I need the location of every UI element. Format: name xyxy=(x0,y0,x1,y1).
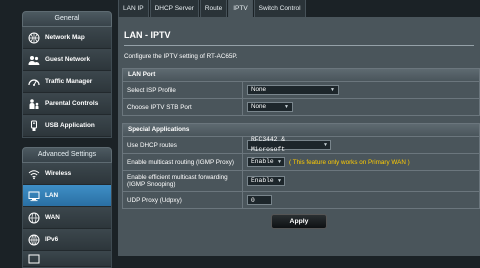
title-divider xyxy=(124,45,474,46)
tab-bar: LAN IP DHCP Server Route IPTV Switch Con… xyxy=(118,0,307,18)
igmp-snooping-select[interactable]: Enable ▼ xyxy=(247,176,285,186)
page-description: Configure the IPTV setting of RT-AC65P. xyxy=(124,53,238,60)
tab-route[interactable]: Route xyxy=(199,0,228,18)
special-applications-table: Special Applications Use DHCP routes RFC… xyxy=(122,123,480,209)
tab-iptv[interactable]: IPTV xyxy=(228,0,253,18)
sidebar-item-label: Network Map xyxy=(45,34,85,41)
sidebar-item-guest-network[interactable]: Guest Network xyxy=(23,49,111,71)
sidebar-item-label: Traffic Manager xyxy=(45,78,93,85)
network-map-icon xyxy=(27,31,41,45)
general-menu: Network Map Guest Network Traffic Manage… xyxy=(22,27,112,138)
table-row: UDP Proxy (Udpxy) 0 xyxy=(123,192,479,208)
table-row: Enable efficient multicast forwarding (I… xyxy=(123,171,479,192)
chevron-down-icon: ▼ xyxy=(277,178,281,184)
sidebar: General Network Map Guest Network Traffi… xyxy=(22,0,112,268)
usb-application-icon xyxy=(27,119,41,133)
dhcp-routes-select[interactable]: RFC3442 & Microsoft ▼ xyxy=(247,136,331,153)
firewall-icon xyxy=(27,252,41,266)
parental-controls-icon xyxy=(27,97,41,111)
guest-network-icon xyxy=(27,53,41,67)
sidebar-item-label: IPv6 xyxy=(45,236,59,243)
sidebar-item-traffic-manager[interactable]: Traffic Manager xyxy=(23,71,111,93)
primary-wan-note: ( This feature only works on Primary WAN… xyxy=(289,158,410,166)
sidebar-item-label: WAN xyxy=(45,214,60,221)
dhcp-routes-value: RFC3442 & Microsoft xyxy=(251,136,286,153)
sidebar-item-label: Guest Network xyxy=(45,56,91,63)
table-row: Enable multicast routing (IGMP Proxy) En… xyxy=(123,154,479,171)
sidebar-item-ipv6[interactable]: IPv6 xyxy=(23,229,111,251)
sidebar-item-parental-controls[interactable]: Parental Controls xyxy=(23,93,111,115)
sidebar-item-label: USB Application xyxy=(45,122,95,129)
sidebar-item-label: LAN xyxy=(45,192,59,199)
stb-port-label: Choose IPTV STB Port xyxy=(123,99,243,115)
udpxy-label: UDP Proxy (Udpxy) xyxy=(123,192,243,208)
stb-port-value: None xyxy=(251,103,267,110)
chevron-down-icon: ▼ xyxy=(284,104,289,110)
lan-port-header: LAN Port xyxy=(123,69,479,82)
general-header: General xyxy=(22,11,112,27)
isp-profile-select[interactable]: None ▼ xyxy=(247,85,339,95)
lan-icon xyxy=(27,189,41,203)
sidebar-item-network-map[interactable]: Network Map xyxy=(23,27,111,49)
tab-switch-control[interactable]: Switch Control xyxy=(253,0,306,18)
table-row: Use DHCP routes RFC3442 & Microsoft ▼ xyxy=(123,136,479,154)
sidebar-item-wan[interactable]: WAN xyxy=(23,207,111,229)
igmp-snooping-value: Enable xyxy=(251,177,274,184)
sidebar-item-usb-application[interactable]: USB Application xyxy=(23,115,111,137)
wireless-icon xyxy=(27,167,41,181)
lan-port-table: LAN Port Select ISP Profile None ▼ Choose… xyxy=(122,68,480,116)
chevron-down-icon: ▼ xyxy=(330,87,335,93)
igmp-proxy-label: Enable multicast routing (IGMP Proxy) xyxy=(123,154,243,170)
table-row: Select ISP Profile None ▼ xyxy=(123,82,479,99)
isp-profile-label: Select ISP Profile xyxy=(123,82,243,98)
sidebar-item-label: Parental Controls xyxy=(45,100,99,107)
ipv6-icon xyxy=(27,233,41,247)
page-title: LAN - IPTV xyxy=(124,30,171,40)
igmp-proxy-value: Enable xyxy=(251,158,274,165)
apply-button[interactable]: Apply xyxy=(271,214,327,229)
sidebar-item-wireless[interactable]: Wireless xyxy=(23,163,111,185)
sidebar-item-more[interactable] xyxy=(23,251,111,267)
chevron-down-icon: ▼ xyxy=(323,142,327,148)
stb-port-select[interactable]: None ▼ xyxy=(247,102,293,112)
udpxy-input[interactable]: 0 xyxy=(247,195,272,205)
isp-profile-value: None xyxy=(251,86,267,93)
dhcp-routes-label: Use DHCP routes xyxy=(123,137,243,153)
table-row: Choose IPTV STB Port None ▼ xyxy=(123,99,479,115)
tab-lan-ip[interactable]: LAN IP xyxy=(118,0,149,18)
chevron-down-icon: ▼ xyxy=(277,159,281,165)
sidebar-item-lan[interactable]: LAN xyxy=(23,185,111,207)
main-panel: LAN - IPTV Configure the IPTV setting of… xyxy=(118,17,480,256)
tab-dhcp-server[interactable]: DHCP Server xyxy=(149,0,199,18)
igmp-proxy-select[interactable]: Enable ▼ xyxy=(247,157,285,167)
advanced-menu: Wireless LAN WAN IPv6 xyxy=(22,163,112,268)
sidebar-item-label: Wireless xyxy=(45,170,72,177)
traffic-manager-icon xyxy=(27,75,41,89)
advanced-settings-header: Advanced Settings xyxy=(22,147,112,163)
wan-icon xyxy=(27,211,41,225)
igmp-snooping-label: Enable efficient multicast forwarding (I… xyxy=(123,171,243,191)
